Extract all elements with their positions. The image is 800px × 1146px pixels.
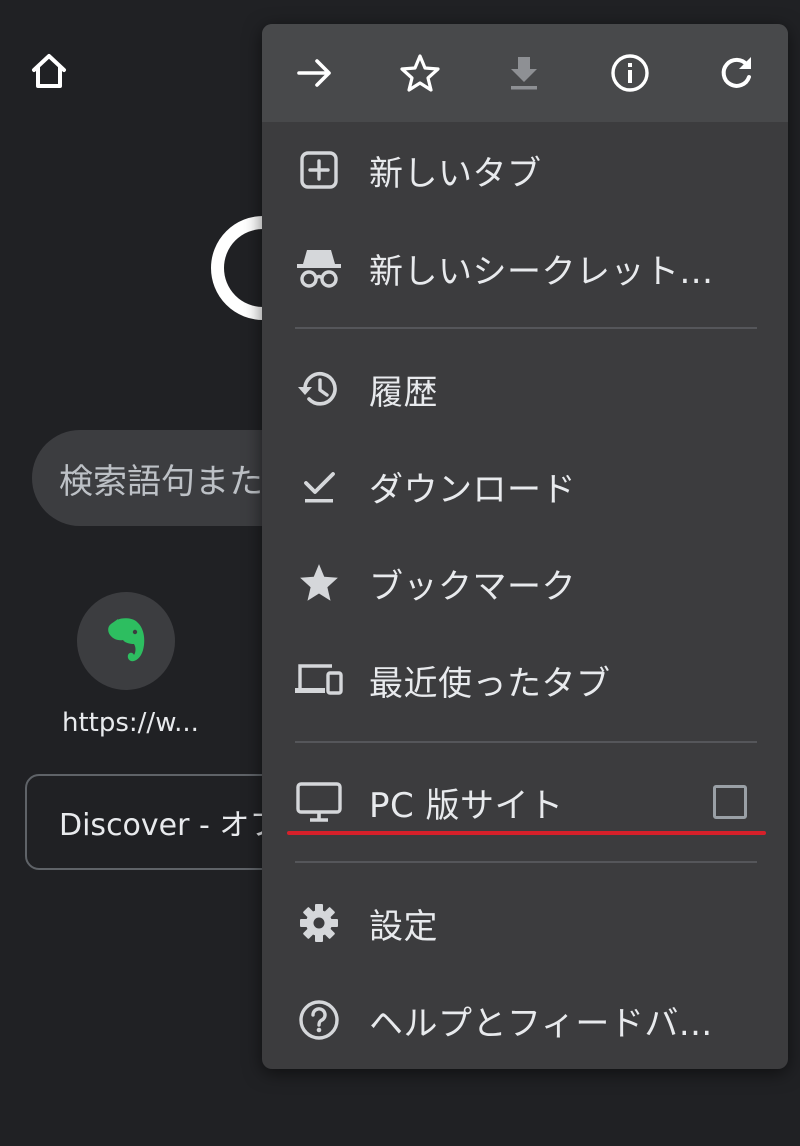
help-icon bbox=[294, 995, 344, 1045]
menu-item-bookmarks[interactable]: ブックマーク bbox=[262, 535, 788, 631]
menu-item-new-incognito-tab[interactable]: 新しいシークレット... bbox=[262, 220, 788, 316]
evernote-icon bbox=[108, 618, 145, 662]
menu-item-label: ヘルプとフィードバ... bbox=[369, 1003, 713, 1044]
page-info-button[interactable] bbox=[605, 48, 655, 98]
menu-item-label: 新しいタブ bbox=[369, 153, 542, 194]
desktop-site-checkbox[interactable] bbox=[713, 785, 747, 819]
menu-item-label: 履歴 bbox=[369, 372, 438, 413]
new-tab-icon bbox=[294, 145, 344, 195]
menu-item-help-feedback[interactable]: ヘルプとフィードバ... bbox=[262, 972, 788, 1068]
settings-gear-icon bbox=[294, 898, 344, 948]
menu-item-new-tab[interactable]: 新しいタブ bbox=[262, 122, 788, 218]
shortcut-label: https://w... bbox=[62, 708, 199, 738]
shortcut-tile[interactable]: https://w... bbox=[56, 592, 206, 738]
menu-item-label: 最近使ったタブ bbox=[369, 663, 611, 704]
shortcut-favicon bbox=[77, 592, 175, 690]
overflow-menu: 新しいタブ 新しいシークレット... 履歴 ダウンロード ブックマーク 最近使っ… bbox=[262, 24, 788, 1069]
history-icon bbox=[294, 364, 344, 414]
search-placeholder: 検索語句また bbox=[59, 461, 263, 502]
download-icon bbox=[511, 57, 537, 90]
incognito-icon bbox=[294, 243, 344, 293]
discover-text: Discover - オフ bbox=[59, 808, 280, 843]
menu-item-settings[interactable]: 設定 bbox=[262, 875, 788, 971]
menu-toolbar bbox=[262, 24, 788, 122]
menu-item-label: PC 版サイト bbox=[369, 785, 564, 826]
menu-item-label: ダウンロード bbox=[369, 469, 576, 510]
menu-divider bbox=[295, 741, 757, 743]
recent-tabs-icon bbox=[294, 655, 344, 705]
menu-item-history[interactable]: 履歴 bbox=[262, 341, 788, 437]
highlight-underline bbox=[287, 831, 766, 835]
bookmark-star-icon bbox=[294, 558, 344, 608]
menu-divider bbox=[295, 327, 757, 329]
info-icon bbox=[611, 54, 649, 92]
desktop-icon bbox=[294, 777, 344, 827]
forward-button[interactable] bbox=[290, 48, 340, 98]
home-icon bbox=[32, 54, 66, 88]
refresh-icon bbox=[721, 57, 751, 88]
menu-item-label: 設定 bbox=[369, 906, 438, 947]
menu-item-recent-tabs[interactable]: 最近使ったタブ bbox=[262, 632, 788, 728]
menu-item-downloads[interactable]: ダウンロード bbox=[262, 438, 788, 534]
menu-item-label: 新しいシークレット... bbox=[369, 251, 714, 292]
menu-item-desktop-site[interactable]: PC 版サイト bbox=[262, 754, 788, 850]
menu-divider bbox=[295, 861, 757, 863]
bookmark-page-button[interactable] bbox=[395, 48, 445, 98]
refresh-button[interactable] bbox=[711, 48, 761, 98]
menu-item-label: ブックマーク bbox=[369, 566, 576, 607]
downloads-check-icon bbox=[294, 461, 344, 511]
download-page-button[interactable] bbox=[499, 48, 549, 98]
forward-arrow-icon bbox=[297, 59, 331, 87]
star-outline-icon bbox=[400, 54, 440, 92]
home-button[interactable] bbox=[26, 48, 72, 94]
